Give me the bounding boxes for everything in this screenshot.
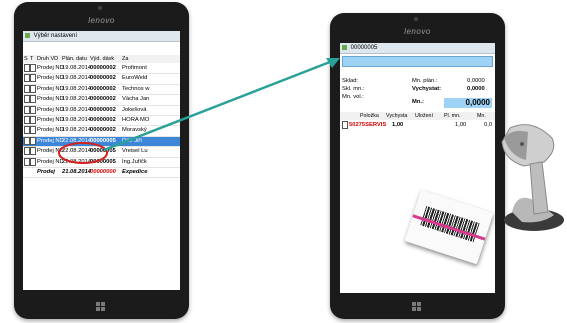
barcode-graphic	[420, 205, 480, 243]
connection-arrow	[103, 58, 336, 152]
highlight-circle	[58, 142, 108, 164]
barcode-scanner-icon	[501, 124, 564, 231]
